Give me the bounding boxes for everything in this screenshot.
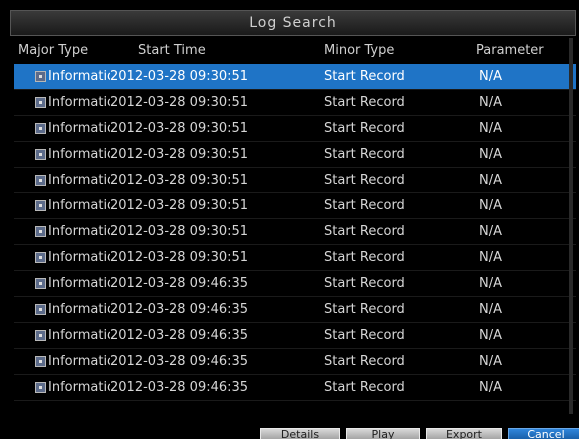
start-time-cell: 2012-03-28 09:30:51 xyxy=(110,250,249,266)
log-row[interactable]: Information2012-03-28 09:30:51 Start Reco… xyxy=(14,64,576,90)
log-row[interactable]: Information2012-03-28 09:30:51 Start Reco… xyxy=(14,90,576,116)
log-entry-icon xyxy=(35,122,46,134)
minor-type-cell: Start Record xyxy=(324,353,405,369)
title-bar: Log Search xyxy=(10,10,576,36)
log-entry-icon xyxy=(35,355,46,367)
log-row[interactable]: Information2012-03-28 09:46:35 Start Reco… xyxy=(14,323,576,349)
start-time-cell: 2012-03-28 09:30:51 xyxy=(110,94,249,110)
log-entry-icon xyxy=(35,304,46,316)
minor-type-cell: Start Record xyxy=(324,172,405,188)
log-entry-icon xyxy=(35,174,46,186)
major-type-cell: Information xyxy=(48,379,110,395)
major-type-cell: Information xyxy=(48,224,110,240)
minor-type-cell: Start Record xyxy=(324,198,405,214)
log-entry-icon xyxy=(35,252,46,264)
parameter-cell: N/A xyxy=(479,172,502,188)
details-button[interactable]: Details xyxy=(260,428,340,439)
log-row[interactable]: Information2012-03-28 09:46:35 Start Reco… xyxy=(14,349,576,375)
parameter-cell: N/A xyxy=(479,146,502,162)
parameter-cell: N/A xyxy=(479,250,502,266)
start-time-cell: 2012-03-28 09:46:35 xyxy=(110,302,249,318)
start-time-cell: 2012-03-28 09:46:35 xyxy=(110,353,249,369)
log-row[interactable]: Information2012-03-28 09:30:51 Start Reco… xyxy=(14,219,576,246)
start-time-cell: 2012-03-28 09:30:51 xyxy=(110,198,249,214)
log-row[interactable]: Information2012-03-28 09:30:51 Start Reco… xyxy=(14,245,576,272)
log-row[interactable]: Information2012-03-28 09:46:35 Start Reco… xyxy=(14,297,576,323)
minor-type-cell: Start Record xyxy=(324,276,405,292)
major-type-cell: Information xyxy=(48,276,110,292)
play-button[interactable]: Play xyxy=(346,428,420,439)
log-entry-icon xyxy=(35,200,46,212)
start-time-cell: 2012-03-28 09:46:35 xyxy=(110,276,249,292)
log-list: Information2012-03-28 09:30:51Start Reco… xyxy=(14,64,576,414)
minor-type-cell: Start Record xyxy=(324,302,405,318)
log-entry-icon xyxy=(35,226,46,238)
minor-type-cell: Start Record xyxy=(324,120,405,136)
parameter-cell: N/A xyxy=(479,224,502,240)
start-time-cell: 2012-03-28 09:30:51 xyxy=(110,224,249,240)
major-type-cell: Information xyxy=(48,172,110,188)
minor-type-cell: Start Record xyxy=(324,327,405,343)
button-bar: Details Play Export Cancel xyxy=(0,418,579,439)
minor-type-cell: Start Record xyxy=(324,379,405,395)
parameter-cell: N/A xyxy=(479,120,502,136)
log-entry-icon xyxy=(35,71,46,82)
minor-type-cell: Start Record xyxy=(324,94,405,110)
log-row[interactable]: Information2012-03-28 09:30:51 Start Reco… xyxy=(14,193,576,220)
parameter-cell: N/A xyxy=(479,69,502,84)
cancel-button[interactable]: Cancel xyxy=(508,428,579,439)
parameter-cell: N/A xyxy=(479,198,502,214)
log-entry-icon xyxy=(35,329,46,341)
major-type-cell: Information xyxy=(48,146,110,162)
export-button[interactable]: Export xyxy=(426,428,502,439)
log-entry-icon xyxy=(35,381,46,393)
minor-type-cell: Start Record xyxy=(324,224,405,240)
parameter-cell: N/A xyxy=(479,327,502,343)
start-time-cell: 2012-03-28 09:46:35 xyxy=(110,379,249,395)
minor-type-cell: Start Record xyxy=(324,146,405,162)
minor-type-cell: Start Record xyxy=(324,250,405,266)
start-time-cell: 2012-03-28 09:30:51 xyxy=(110,146,249,162)
log-entry-icon xyxy=(35,148,46,160)
parameter-cell: N/A xyxy=(479,353,502,369)
column-header-start-time[interactable]: Start Time xyxy=(138,43,206,58)
major-type-cell: Information xyxy=(48,353,110,369)
list-scrollbar[interactable] xyxy=(569,38,573,414)
major-type-cell: Information xyxy=(48,327,110,343)
column-header-row: Major Type Start Time Minor Type Paramet… xyxy=(14,38,576,64)
parameter-cell: N/A xyxy=(479,302,502,318)
major-type-cell: Information xyxy=(48,302,110,318)
log-row[interactable]: Information2012-03-28 09:30:51 Start Reco… xyxy=(14,116,576,142)
log-entry-icon xyxy=(35,96,46,108)
column-header-minor-type[interactable]: Minor Type xyxy=(324,43,394,58)
column-header-major-type[interactable]: Major Type xyxy=(18,43,88,58)
log-row[interactable]: Information2012-03-28 09:30:51 Start Reco… xyxy=(14,168,576,194)
major-type-cell: Information xyxy=(48,120,110,136)
window-title: Log Search xyxy=(249,15,337,31)
start-time-cell: 2012-03-28 09:46:35 xyxy=(110,327,249,343)
start-time-cell: 2012-03-28 09:30:51 xyxy=(110,172,249,188)
parameter-cell: N/A xyxy=(479,379,502,395)
log-entry-icon xyxy=(35,278,46,290)
log-search-window: Log Search Major Type Start Time Minor T… xyxy=(0,0,579,439)
minor-type-cell: Start Record xyxy=(324,69,405,84)
log-row[interactable]: Information2012-03-28 09:46:35 Start Reco… xyxy=(14,375,576,401)
major-type-cell: Information xyxy=(48,94,110,110)
start-time-cell: 2012-03-28 09:30:51 xyxy=(110,69,249,84)
parameter-cell: N/A xyxy=(479,94,502,110)
log-row[interactable]: Information2012-03-28 09:46:35 Start Reco… xyxy=(14,271,576,298)
log-row[interactable]: Information2012-03-28 09:30:51 Start Reco… xyxy=(14,142,576,168)
major-type-cell: Information xyxy=(48,250,110,266)
parameter-cell: N/A xyxy=(479,276,502,292)
major-type-cell: Information xyxy=(48,198,110,214)
start-time-cell: 2012-03-28 09:30:51 xyxy=(110,120,249,136)
major-type-cell: Information xyxy=(48,69,110,84)
column-header-parameter[interactable]: Parameter xyxy=(476,43,544,58)
